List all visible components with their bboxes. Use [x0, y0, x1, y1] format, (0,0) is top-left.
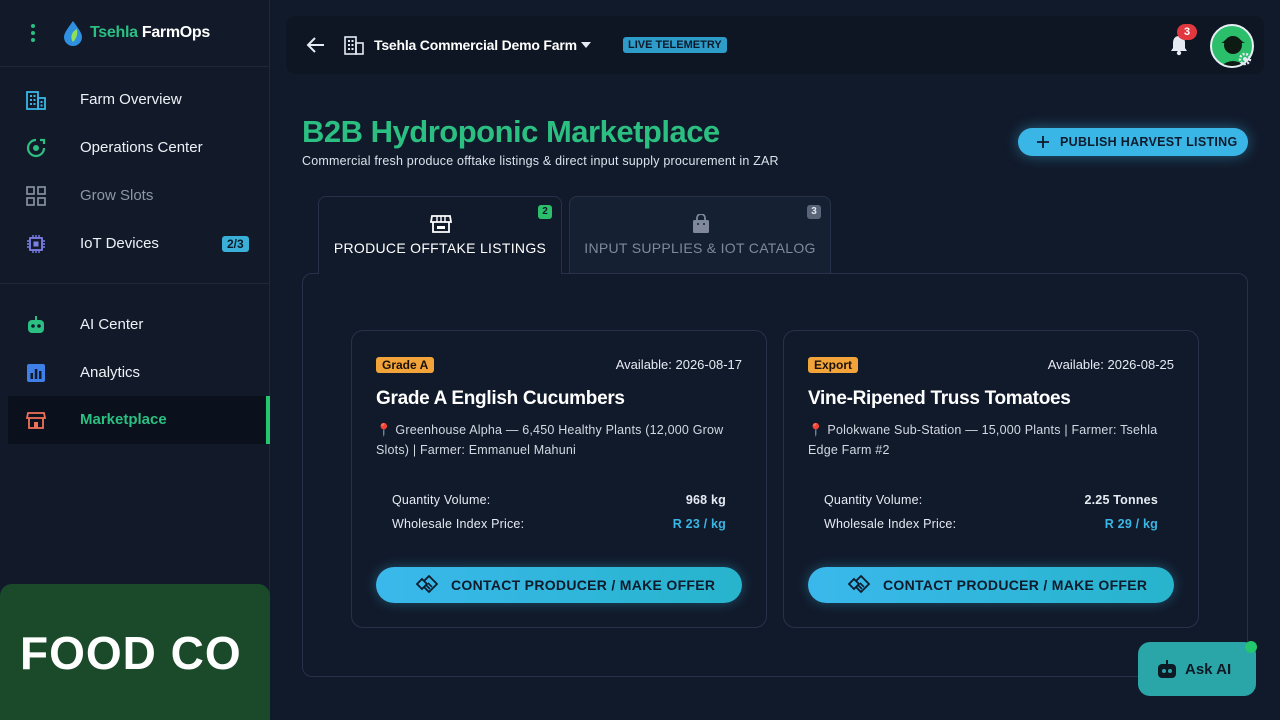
price-row: Wholesale Index Price: R 29 / kg	[824, 517, 1158, 531]
publish-label: PUBLISH HARVEST LISTING	[1060, 135, 1238, 149]
brand-header: Tsehla FarmOps	[0, 0, 270, 67]
back-arrow-icon[interactable]	[306, 35, 326, 55]
iot-status-badge: 2/3	[222, 236, 249, 252]
price-label: Wholesale Index Price:	[824, 517, 957, 531]
price-value: R 29 / kg	[1104, 517, 1158, 531]
sidebar: Tsehla FarmOps Farm Overview Operations …	[0, 0, 270, 720]
availability-date: Available: 2026-08-17	[615, 357, 742, 372]
tab-produce-offtake-listings[interactable]: PRODUCE OFFTAKE LISTINGS 2	[318, 196, 562, 274]
grade-badge: Grade A	[376, 357, 435, 373]
brand-name-part2: FarmOps	[137, 24, 210, 41]
building-icon	[26, 91, 46, 110]
robot-icon	[1158, 660, 1176, 678]
sidebar-item-iot-devices[interactable]: IoT Devices 2/3	[8, 220, 270, 268]
listing-title: Grade A English Cucumbers	[376, 388, 625, 409]
shopping-bag-icon	[693, 214, 709, 233]
price-label: Wholesale Index Price:	[392, 517, 525, 531]
brand-name: Tsehla FarmOps	[90, 24, 210, 42]
storefront-icon	[430, 215, 452, 233]
listing-title: Vine-Ripened Truss Tomatoes	[808, 388, 1071, 409]
listing-card: Export Available: 2026-08-25 Vine-Ripene…	[783, 330, 1199, 628]
kebab-menu-icon[interactable]	[30, 24, 36, 42]
contact-producer-button[interactable]: CONTACT PRODUCER / MAKE OFFER	[808, 567, 1174, 603]
ask-ai-label: Ask AI	[1185, 661, 1232, 678]
bar-chart-icon	[27, 364, 45, 382]
sidebar-item-label: Operations Center	[80, 139, 203, 156]
tab-input-supplies-iot-catalog[interactable]: INPUT SUPPLIES & IOT CATALOG 3	[569, 196, 831, 274]
gear-icon[interactable]	[1238, 52, 1252, 66]
live-telemetry-badge: LIVE TELEMETRY	[623, 37, 727, 53]
price-value: R 23 / kg	[672, 517, 726, 531]
plus-icon	[1037, 136, 1049, 148]
robot-icon	[28, 316, 44, 333]
sidebar-item-operations-center[interactable]: Operations Center	[8, 124, 270, 172]
notification-count-badge: 3	[1177, 24, 1197, 40]
sidebar-item-analytics[interactable]: Analytics	[8, 349, 270, 397]
listing-card: Grade A Available: 2026-08-17 Grade A En…	[351, 330, 767, 628]
chevron-down-icon[interactable]	[580, 41, 592, 49]
quantity-value: 968 kg	[685, 493, 726, 507]
publish-harvest-listing-button[interactable]: PUBLISH HARVEST LISTING	[1018, 128, 1248, 156]
contact-producer-button[interactable]: CONTACT PRODUCER / MAKE OFFER	[376, 567, 742, 603]
sidebar-item-marketplace[interactable]: Marketplace	[8, 396, 270, 444]
sidebar-item-ai-center[interactable]: AI Center	[8, 301, 270, 349]
chip-icon	[27, 235, 45, 253]
page-subtitle: Commercial fresh produce offtake listing…	[302, 154, 779, 168]
availability-date: Available: 2026-08-25	[1047, 357, 1174, 372]
cta-label: CONTACT PRODUCER / MAKE OFFER	[451, 577, 716, 593]
handshake-icon	[416, 575, 438, 594]
tab-label: INPUT SUPPLIES & IOT CATALOG	[584, 240, 816, 256]
store-icon	[26, 412, 46, 429]
grade-badge: Export	[808, 357, 859, 373]
sidebar-item-label: AI Center	[80, 316, 144, 333]
sidebar-item-label: Marketplace	[80, 411, 167, 428]
sidebar-divider	[0, 283, 270, 284]
quantity-value: 2.25 Tonnes	[1084, 493, 1158, 507]
farm-selector[interactable]: Tsehla Commercial Demo Farm	[374, 37, 577, 53]
tab-count-badge: 2	[538, 205, 552, 219]
sidebar-item-label: IoT Devices	[80, 235, 159, 252]
water-drop-leaf-icon	[64, 21, 82, 46]
quantity-label: Quantity Volume:	[392, 493, 491, 507]
operations-icon	[26, 138, 46, 158]
sidebar-item-farm-overview[interactable]: Farm Overview	[8, 76, 270, 124]
top-bar: Tsehla Commercial Demo Farm LIVE TELEMET…	[286, 16, 1264, 74]
page-title: B2B Hydroponic Marketplace	[302, 114, 720, 149]
sidebar-item-label: Farm Overview	[80, 91, 182, 108]
ask-ai-button[interactable]: Ask AI	[1138, 641, 1257, 696]
sidebar-item-label: Analytics	[80, 364, 141, 381]
sidebar-item-label: Grow Slots	[80, 187, 154, 204]
cta-label: CONTACT PRODUCER / MAKE OFFER	[883, 577, 1148, 593]
handshake-icon	[848, 575, 870, 594]
listing-location: 📍 Polokwane Sub-Station — 15,000 Plants …	[808, 423, 1158, 457]
brand-name-part1: Tsehla	[90, 24, 138, 41]
tab-count-badge: 3	[807, 205, 821, 219]
quantity-row: Quantity Volume: 968 kg	[392, 493, 726, 507]
promo-text: FOOD CO	[20, 627, 242, 679]
grid-icon	[26, 186, 46, 206]
quantity-row: Quantity Volume: 2.25 Tonnes	[824, 493, 1158, 507]
tab-label: PRODUCE OFFTAKE LISTINGS	[333, 240, 547, 256]
quantity-label: Quantity Volume:	[824, 493, 923, 507]
listing-location: 📍 Greenhouse Alpha — 6,450 Healthy Plant…	[376, 423, 724, 457]
building-icon	[344, 36, 364, 55]
sidebar-item-grow-slots[interactable]: Grow Slots	[8, 172, 270, 220]
price-row: Wholesale Index Price: R 23 / kg	[392, 517, 726, 531]
online-status-dot	[1245, 641, 1257, 653]
